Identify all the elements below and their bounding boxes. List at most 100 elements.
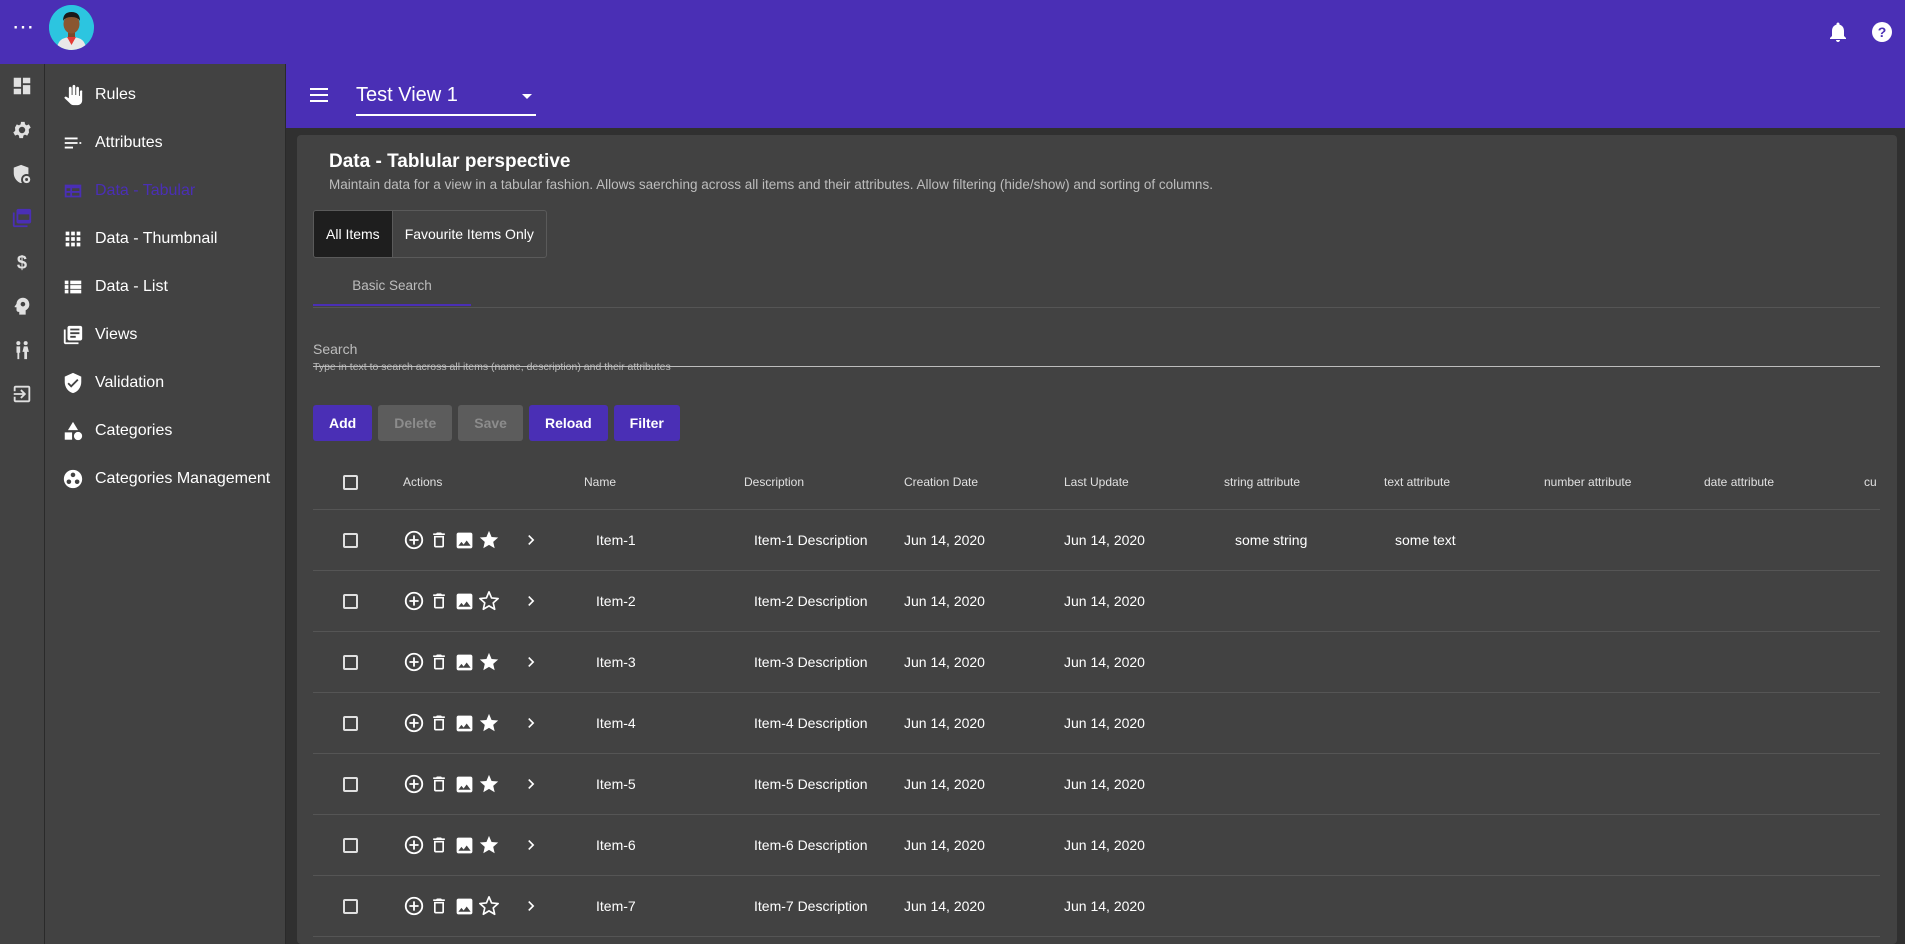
trash-icon[interactable] [428, 529, 450, 551]
image-icon[interactable] [453, 712, 475, 734]
trash-icon[interactable] [428, 773, 450, 795]
add-circle-icon[interactable] [403, 834, 425, 856]
row-checkbox[interactable] [343, 594, 358, 609]
caret-down-icon [522, 94, 532, 99]
col-description[interactable]: Description [744, 455, 804, 510]
row-checkbox[interactable] [343, 777, 358, 792]
list-icon [61, 131, 85, 155]
shield-badge-icon[interactable] [10, 162, 34, 186]
head-gear-icon[interactable] [10, 294, 34, 318]
cell-description: Item-3 Description [754, 654, 868, 670]
nav-item-categories-management[interactable]: Categories Management [45, 456, 286, 502]
help-icon[interactable]: ? [1870, 20, 1894, 44]
cell-name: Item-7 [596, 898, 636, 914]
folder-icon[interactable] [10, 206, 34, 230]
col-creation-date[interactable]: Creation Date [904, 455, 978, 510]
star-filled-icon[interactable] [478, 834, 500, 856]
cell-last-update: Jun 14, 2020 [1064, 776, 1145, 792]
add-circle-icon[interactable] [403, 895, 425, 917]
row-checkbox[interactable] [343, 716, 358, 731]
tab-basic-search[interactable]: Basic Search [313, 266, 471, 306]
chevron-right-icon[interactable] [521, 774, 541, 794]
nav-item-categories[interactable]: Categories [45, 408, 286, 454]
chevron-right-icon[interactable] [521, 530, 541, 550]
image-icon[interactable] [453, 651, 475, 673]
avatar[interactable] [49, 5, 94, 50]
row-checkbox[interactable] [343, 899, 358, 914]
chevron-right-icon[interactable] [521, 591, 541, 611]
delete-button[interactable]: Delete [378, 405, 453, 441]
trash-icon[interactable] [428, 712, 450, 734]
trash-icon[interactable] [428, 590, 450, 612]
add-circle-icon[interactable] [403, 712, 425, 734]
table-icon [61, 179, 85, 203]
image-icon[interactable] [453, 529, 475, 551]
star-filled-icon[interactable] [478, 773, 500, 795]
tab-label: Basic Search [352, 278, 432, 293]
col-last-update[interactable]: Last Update [1064, 455, 1129, 510]
star-outline-icon[interactable] [478, 590, 500, 612]
filter-button[interactable]: Filter [613, 405, 680, 441]
reload-button[interactable]: Reload [528, 405, 608, 441]
trash-icon[interactable] [428, 895, 450, 917]
row-actions [403, 834, 500, 856]
chevron-right-icon[interactable] [521, 713, 541, 733]
dashboard-icon[interactable] [10, 74, 34, 98]
nav-item-attributes[interactable]: Attributes [45, 120, 286, 166]
star-filled-icon[interactable] [478, 712, 500, 734]
nav-item-rules[interactable]: Rules [45, 72, 286, 118]
nav-item-data-list[interactable]: Data - List [45, 264, 286, 310]
toggle-favourite-items[interactable]: Favourite Items Only [391, 211, 546, 257]
gear-icon[interactable] [10, 118, 34, 142]
nav-item-validation[interactable]: Validation [45, 360, 286, 406]
exit-icon[interactable] [10, 382, 34, 406]
nav-item-views[interactable]: Views [45, 312, 286, 358]
add-circle-icon[interactable] [403, 529, 425, 551]
chevron-right-icon[interactable] [521, 896, 541, 916]
top-app-bar: ⋯ ? [0, 0, 1905, 64]
row-actions [403, 895, 500, 917]
add-circle-icon[interactable] [403, 590, 425, 612]
view-select[interactable]: Test View 1 [356, 78, 536, 116]
nav-label: Data - Thumbnail [95, 230, 218, 247]
add-circle-icon[interactable] [403, 773, 425, 795]
col-name[interactable]: Name [584, 455, 616, 510]
select-all-checkbox[interactable] [343, 475, 358, 490]
dollar-icon[interactable]: $ [10, 250, 34, 274]
nav-item-data-thumbnail[interactable]: Data - Thumbnail [45, 216, 286, 262]
add-circle-icon[interactable] [403, 651, 425, 673]
nav-label: Data - Tabular [95, 182, 196, 199]
col-string-attribute[interactable]: string attribute [1224, 455, 1300, 510]
image-icon[interactable] [453, 834, 475, 856]
col-date-attribute[interactable]: date attribute [1704, 455, 1774, 510]
col-text-attribute[interactable]: text attribute [1384, 455, 1450, 510]
main-card: Data - Tablular perspective Maintain dat… [297, 135, 1897, 944]
star-filled-icon[interactable] [478, 651, 500, 673]
search-input[interactable] [313, 337, 1880, 361]
star-outline-icon[interactable] [478, 895, 500, 917]
image-icon[interactable] [453, 590, 475, 612]
chevron-right-icon[interactable] [521, 652, 541, 672]
add-button[interactable]: Add [313, 405, 373, 441]
row-checkbox[interactable] [343, 533, 358, 548]
nav-item-data-tabular[interactable]: Data - Tabular [45, 168, 286, 214]
col-truncated[interactable]: cu [1864, 455, 1877, 510]
star-filled-icon[interactable] [478, 529, 500, 551]
cell-creation-date: Jun 14, 2020 [904, 715, 985, 731]
cell-creation-date: Jun 14, 2020 [904, 593, 985, 609]
save-button[interactable]: Save [458, 405, 523, 441]
row-checkbox[interactable] [343, 838, 358, 853]
image-icon[interactable] [453, 895, 475, 917]
toggle-all-items[interactable]: All Items [314, 211, 392, 257]
row-checkbox[interactable] [343, 655, 358, 670]
hamburger-icon[interactable] [310, 86, 332, 104]
cell-last-update: Jun 14, 2020 [1064, 654, 1145, 670]
image-icon[interactable] [453, 773, 475, 795]
col-number-attribute[interactable]: number attribute [1544, 455, 1631, 510]
trash-icon[interactable] [428, 834, 450, 856]
bell-icon[interactable] [1826, 20, 1850, 44]
people-icon[interactable] [10, 338, 34, 362]
chevron-right-icon[interactable] [521, 835, 541, 855]
trash-icon[interactable] [428, 651, 450, 673]
more-horiz-icon[interactable]: ⋯ [12, 16, 34, 40]
